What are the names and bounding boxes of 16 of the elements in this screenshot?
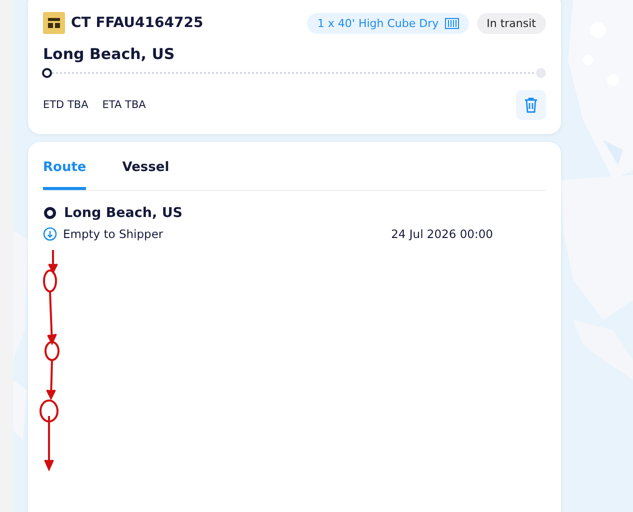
etd-label: ETD TBA bbox=[43, 99, 88, 111]
trash-icon bbox=[524, 97, 538, 113]
event-label: Empty to Shipper bbox=[63, 227, 164, 241]
tab[interactable]: Vessel bbox=[122, 142, 170, 190]
container-title: CT FFAU4164725 bbox=[71, 15, 204, 31]
event-time: 24 Jul 2026 00:00 bbox=[391, 227, 493, 241]
delete-button[interactable] bbox=[516, 90, 546, 120]
carrier-logo-icon bbox=[43, 12, 65, 34]
eta-label: ETA TBA bbox=[102, 99, 146, 111]
container-type-badge: 1 x 40' High Cube Dry bbox=[307, 12, 469, 34]
destination-marker bbox=[536, 68, 546, 78]
stop-marker bbox=[44, 207, 56, 219]
location-title: Long Beach, US bbox=[43, 45, 176, 63]
container-icon bbox=[444, 18, 459, 28]
stop-name: Long Beach, US bbox=[64, 205, 183, 221]
status-badge: In transit bbox=[476, 12, 546, 34]
